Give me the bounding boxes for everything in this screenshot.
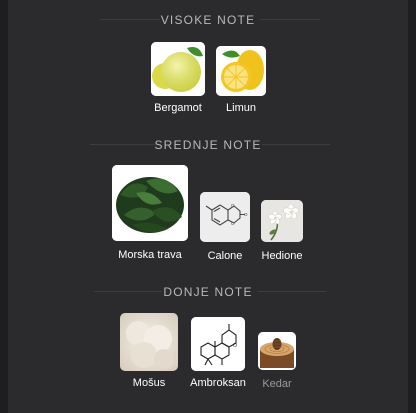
svg-text:O: O (233, 343, 237, 349)
svg-text:O: O (244, 212, 248, 217)
cedar-wood-image (258, 332, 296, 370)
note-hedione[interactable]: Hedione (261, 200, 303, 262)
ambroxan-molecule-image: O (191, 317, 245, 371)
svg-text:O: O (231, 221, 235, 226)
seaweed-image (112, 165, 188, 241)
lemon-image (216, 46, 266, 96)
section-title-top-notes: VISOKE NOTE (160, 13, 256, 27)
bergamot-image (151, 42, 205, 96)
note-musk[interactable]: Mošus (120, 313, 178, 389)
note-label: Limun (226, 102, 256, 114)
note-cedar[interactable]: Kedar (258, 332, 296, 390)
fragrance-notes-panel: VISOKE NOTE Bergamot Limun SREDNJE NOTE … (8, 0, 408, 413)
note-seaweed[interactable]: Morska trava (112, 165, 188, 261)
section-title-base-notes: DONJE NOTE (163, 285, 253, 299)
note-bergamot[interactable]: Bergamot (151, 42, 205, 114)
note-label: Hedione (261, 250, 303, 262)
calone-molecule-image: O O O (200, 192, 250, 242)
note-lemon[interactable]: Limun (216, 46, 266, 114)
note-ambroxan[interactable]: O Ambroksan (190, 317, 246, 389)
svg-text:O: O (231, 203, 235, 208)
note-label: Kedar (262, 378, 292, 390)
note-calone[interactable]: O O O Calone (200, 192, 250, 262)
musk-cotton-image (120, 313, 178, 371)
section-title-middle-notes: SREDNJE NOTE (154, 138, 262, 152)
jasmine-flower-image (261, 200, 303, 242)
